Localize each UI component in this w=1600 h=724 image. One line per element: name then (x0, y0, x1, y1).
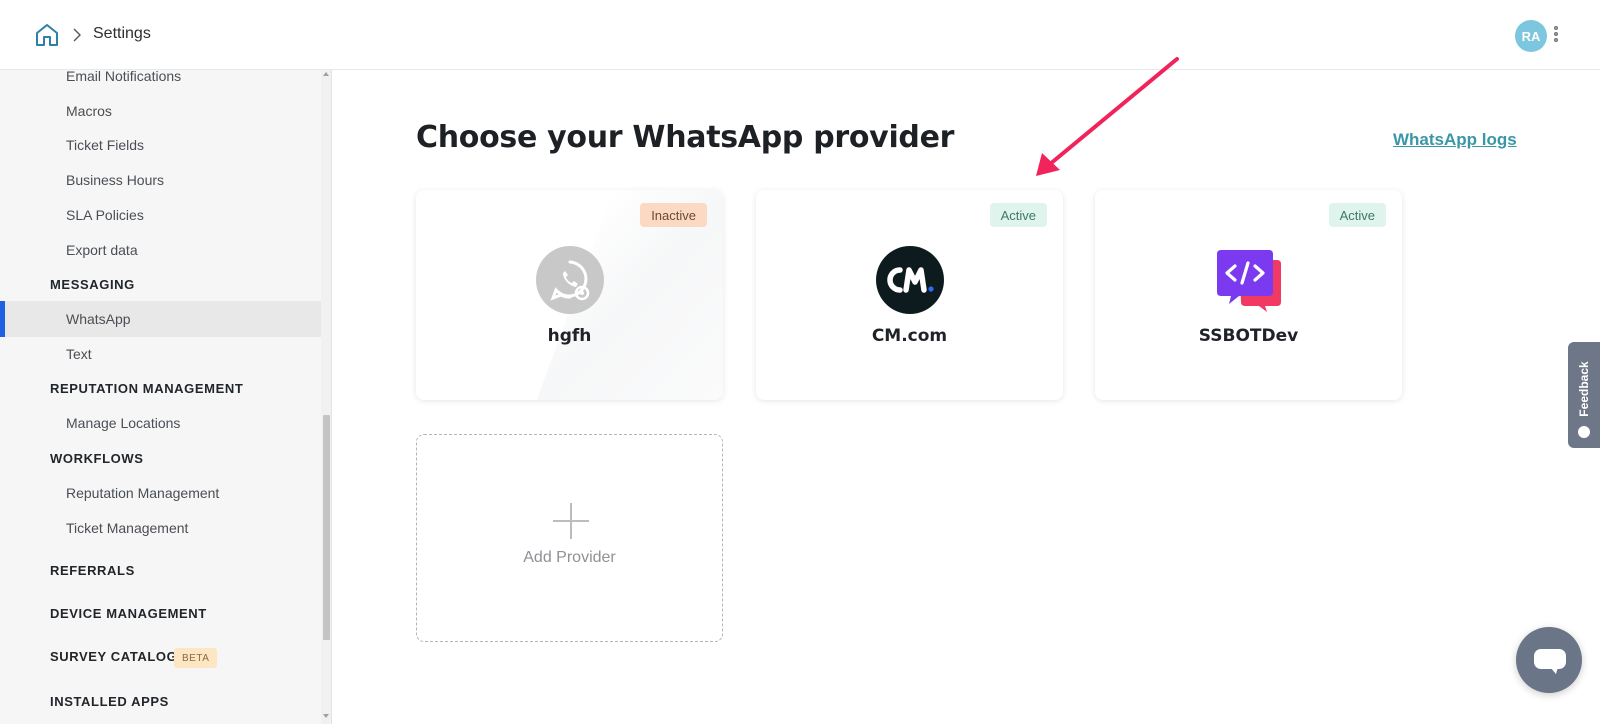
sidebar-item-sla-policies[interactable]: SLA Policies (66, 207, 144, 223)
cm-com-logo (876, 246, 944, 314)
provider-name: CM.com (871, 326, 948, 346)
sidebar-section-messaging[interactable]: MESSAGING (50, 277, 135, 292)
add-provider-label: Add Provider (523, 549, 616, 566)
whatsapp-gear-icon (536, 246, 604, 314)
provider-card-cm-com[interactable]: Active CM.com (756, 190, 1063, 400)
sidebar-scroll-thumb[interactable] (323, 415, 330, 640)
sidebar-item-ticket-management[interactable]: Ticket Management (66, 520, 188, 536)
sidebar-item-email-notifications[interactable]: Email Notifications (66, 70, 181, 84)
status-badge: Active (989, 203, 1047, 227)
sidebar-section-workflows[interactable]: WORKFLOWS (50, 451, 144, 466)
chat-bubble-tail (1550, 667, 1558, 674)
status-badge: Inactive (640, 203, 707, 227)
more-vertical-icon[interactable] (1552, 25, 1560, 47)
plus-icon (553, 503, 589, 539)
beta-badge: BETA (174, 648, 218, 668)
page-title: Choose your WhatsApp provider (416, 120, 955, 155)
breadcrumb-title[interactable]: Settings (93, 25, 151, 43)
status-badge: Active (1328, 203, 1386, 227)
provider-name: SSBOTDev (1198, 326, 1299, 346)
code-chat-icon (1217, 250, 1281, 312)
smiley-icon (1578, 426, 1590, 438)
provider-card-hgfh[interactable]: Inactive hgfh (416, 190, 723, 400)
sidebar-item-manage-locations[interactable]: Manage Locations (66, 415, 180, 431)
sidebar-active-row (0, 301, 321, 337)
sidebar-item-ticket-fields[interactable]: Ticket Fields (66, 137, 144, 153)
sidebar-item-text[interactable]: Text (66, 346, 92, 362)
feedback-label: Feedback (1577, 361, 1591, 417)
whatsapp-logs-link[interactable]: WhatsApp logs (1393, 130, 1517, 150)
settings-sidebar: Email Notifications Macros Ticket Fields… (0, 70, 332, 724)
sidebar-item-export-data[interactable]: Export data (66, 242, 138, 258)
chat-launcher-button[interactable] (1516, 627, 1582, 693)
scroll-down-arrow-icon[interactable] (323, 714, 329, 718)
scroll-up-arrow-icon[interactable] (323, 72, 329, 76)
sidebar-section-reputation-management[interactable]: REPUTATION MANAGEMENT (50, 381, 243, 396)
sidebar-section-referrals[interactable]: REFERRALS (50, 563, 135, 578)
sidebar-active-indicator (0, 301, 5, 337)
sidebar-item-business-hours[interactable]: Business Hours (66, 172, 164, 188)
provider-name: hgfh (547, 326, 592, 346)
sidebar-section-device-management[interactable]: DEVICE MANAGEMENT (50, 606, 207, 621)
sidebar-item-whatsapp[interactable]: WhatsApp (66, 311, 131, 327)
top-bar: Settings RA (0, 0, 1600, 70)
provider-card-ssbotdev[interactable]: Active SSBOTDev (1095, 190, 1402, 400)
chevron-right-icon (73, 28, 81, 42)
avatar[interactable]: RA (1515, 20, 1547, 52)
annotation-arrow-icon (1036, 57, 1179, 176)
sidebar-section-installed-apps[interactable]: INSTALLED APPS (50, 694, 169, 709)
chat-bubble-icon (1534, 649, 1566, 669)
sidebar-section-survey-catalog[interactable]: SURVEY CATALOG (50, 649, 177, 664)
feedback-tab[interactable]: Feedback (1568, 342, 1600, 448)
home-icon[interactable] (34, 22, 60, 48)
add-provider-card[interactable]: Add Provider (416, 434, 723, 642)
sidebar-item-macros[interactable]: Macros (66, 103, 112, 119)
sidebar-item-reputation-management[interactable]: Reputation Management (66, 485, 219, 501)
